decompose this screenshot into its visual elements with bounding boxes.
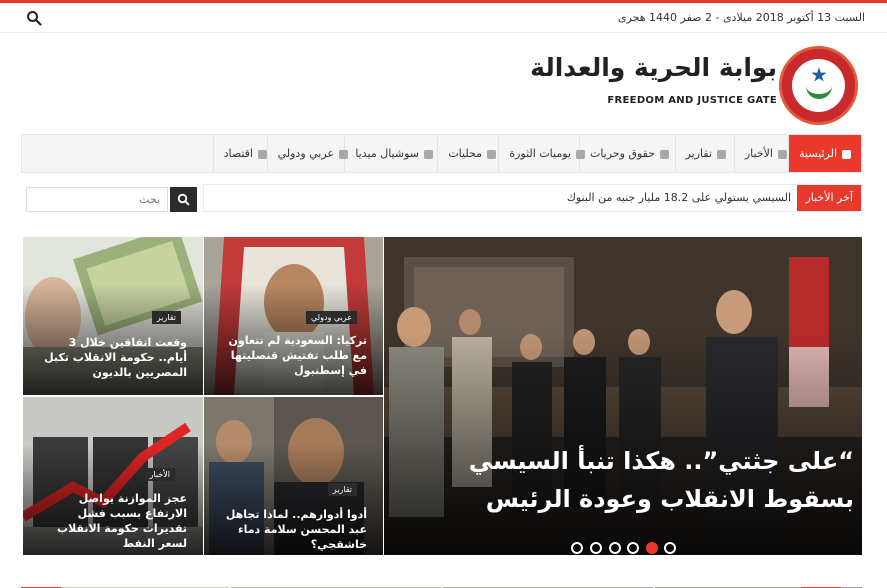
tile-category[interactable]: الأخبار [144,468,175,481]
site-logo[interactable] [779,46,858,125]
nav-item-home[interactable]: الرئيسية [788,135,861,172]
nav-item-social[interactable]: سوشيال ميديا [344,135,443,172]
hero-title[interactable]: “على جثتي”.. هكذا تنبأ السيسي بسقوط الان… [394,442,854,518]
ticker-headline[interactable]: السيسي يستولي على 18.2 مليار جنيه من الب… [567,185,791,211]
site-subtitle: FREEDOM AND JUSTICE GATE [607,95,777,106]
logo-emblem [792,59,845,112]
tile-title[interactable]: أدوا أدوارهم.. لماذا تجاهل عبد المحسن سل… [217,507,367,552]
search-icon [177,193,190,206]
site-title[interactable]: بوابة الحرية والعدالة [530,53,777,82]
home-icon [842,149,851,159]
nav-item-label: حقوق وحريات [589,147,655,160]
slider-dot[interactable] [664,542,676,554]
document-icon [717,149,726,159]
top-bar: السبت 13 أكتوبر 2018 ميلادى - 2 صفر 1440… [0,0,887,33]
ticker-label: آخر الأخبار [797,185,861,211]
nav-item-label: الرئيسية [799,147,837,160]
nav-item-label: تقارير [685,147,712,160]
tile-category[interactable]: تقارير [327,483,357,496]
site-header: بوابة الحرية والعدالة FREEDOM AND JUSTIC… [0,33,887,131]
comments-icon [424,149,433,159]
nav-item-revolution[interactable]: يوميات الثورة [498,135,595,172]
tile-title[interactable]: وقعت اتفاقين خلال 3 أيام.. حكومة الانقلا… [37,335,187,380]
news-tile[interactable]: عربي ودولي تركيا: السعودية لم تتعاون مع … [204,237,383,395]
news-tile[interactable]: الأخبار عجز الموازنة يواصل الارتفاع بسبب… [23,397,203,555]
slider-dot[interactable] [609,542,621,554]
slider-dot[interactable] [627,542,639,554]
slider-dot[interactable] [590,542,602,554]
tile-category[interactable]: عربي ودولي [305,311,357,324]
bolt-icon [778,149,787,159]
date-text: السبت 13 أكتوبر 2018 ميلادى - 2 صفر 1440… [617,11,865,24]
chart-icon [258,149,267,159]
gavel-icon [660,149,669,159]
news-tile[interactable]: تقارير أدوا أدوارهم.. لماذا تجاهل عبد ال… [204,397,383,555]
nav-item-label: عربي ودولي [277,147,334,160]
nav-item-local[interactable]: محليات [437,135,506,172]
nav-item-reports[interactable]: تقارير [674,135,736,172]
nav-item-label: اقتصاد [223,147,253,160]
tile-category[interactable]: تقارير [151,311,181,324]
search-input[interactable] [26,187,168,212]
news-ticker: آخر الأخبار السيسي يستولي على 18.2 مليار… [203,184,862,212]
tile-title[interactable]: تركيا: السعودية لم تتعاون مع طلب تفتيش ق… [217,333,367,378]
next-section-strip [21,580,862,588]
users-icon [576,149,585,159]
nav-item-economy[interactable]: اقتصاد [212,135,277,172]
news-tile[interactable]: تقارير وقعت اتفاقين خلال 3 أيام.. حكومة … [23,237,203,395]
nav-item-news[interactable]: الأخبار [733,135,797,172]
nav-item-international[interactable]: عربي ودولي [266,135,358,172]
nav-item-label: الأخبار [744,147,773,160]
crescent-icon [806,81,832,99]
nav-item-label: يوميات الثورة [509,147,571,160]
globe-icon [339,149,348,159]
hero-slide[interactable]: “على جثتي”.. هكذا تنبأ السيسي بسقوط الان… [384,237,862,555]
search-button[interactable] [170,187,197,212]
nav-item-label: محليات [448,147,482,160]
building-icon [487,149,496,159]
main-nav: الرئيسية الأخبار تقارير حقوق وحريات يومي… [21,134,862,173]
nav-item-label: سوشيال ميديا [355,147,419,160]
slider-dot-active[interactable] [646,542,658,554]
slider-dot[interactable] [571,542,583,554]
search-icon[interactable] [26,10,42,26]
tile-title[interactable]: عجز الموازنة يواصل الارتفاع بسبب فشل تقد… [37,491,187,551]
search-form [26,187,197,212]
